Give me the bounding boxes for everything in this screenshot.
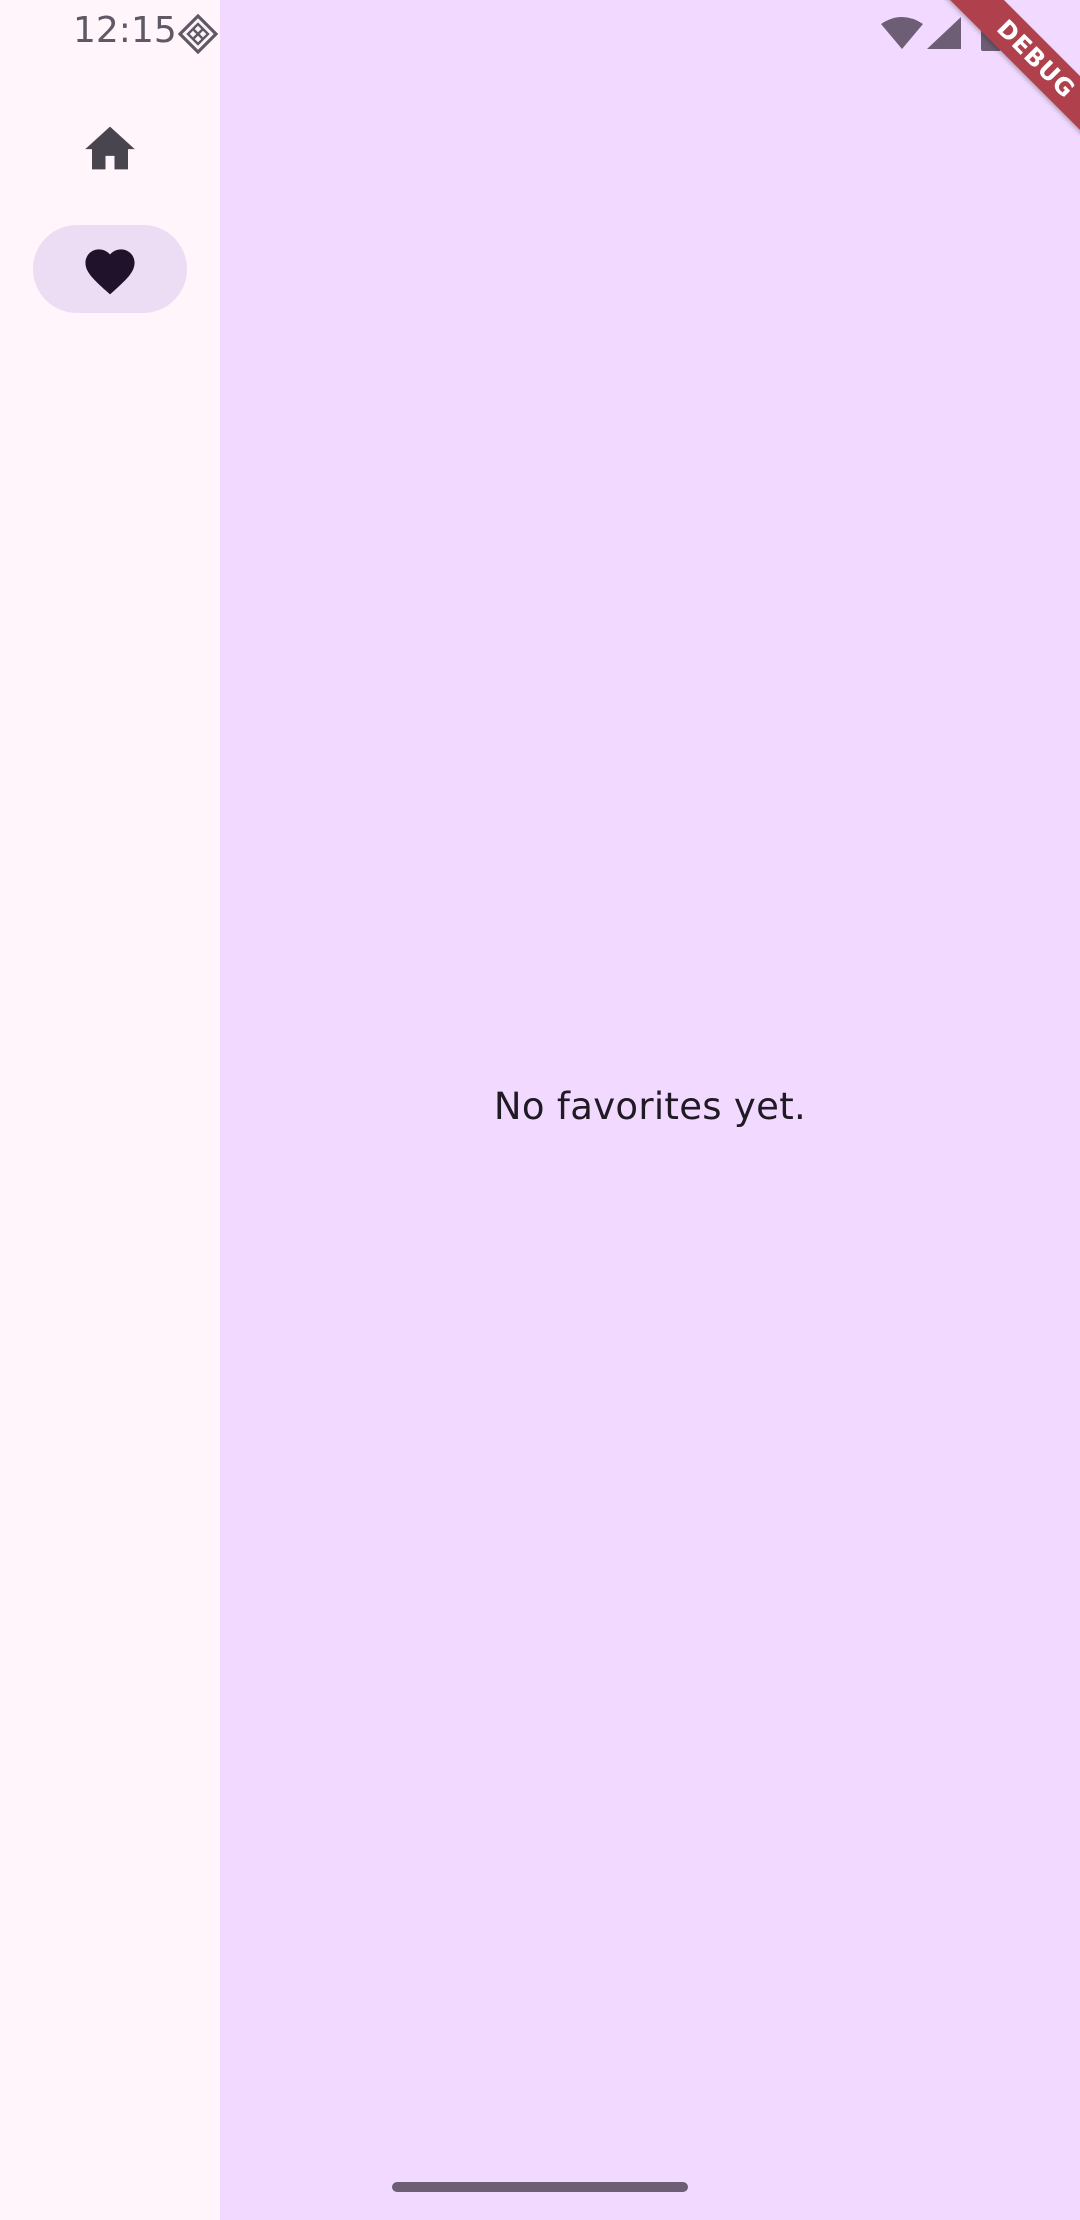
debug-banner-corner: DEBUG <box>920 0 1080 160</box>
debug-banner: DEBUG <box>930 0 1080 160</box>
favorites-page: No favorites yet. <box>220 0 1080 2220</box>
wifi-icon <box>881 17 923 49</box>
diamond-grid-icon <box>178 14 218 54</box>
status-time: 12:15 <box>73 10 177 51</box>
navigation-rail <box>0 0 220 2220</box>
status-bar: 12:15 <box>0 0 1080 64</box>
gesture-navigation-handle[interactable] <box>392 2182 688 2192</box>
nav-item-home[interactable] <box>33 104 187 192</box>
home-icon <box>85 126 135 170</box>
nav-item-favorites[interactable] <box>33 225 187 313</box>
heart-icon <box>85 249 135 295</box>
empty-favorites-message: No favorites yet. <box>493 1085 807 1128</box>
